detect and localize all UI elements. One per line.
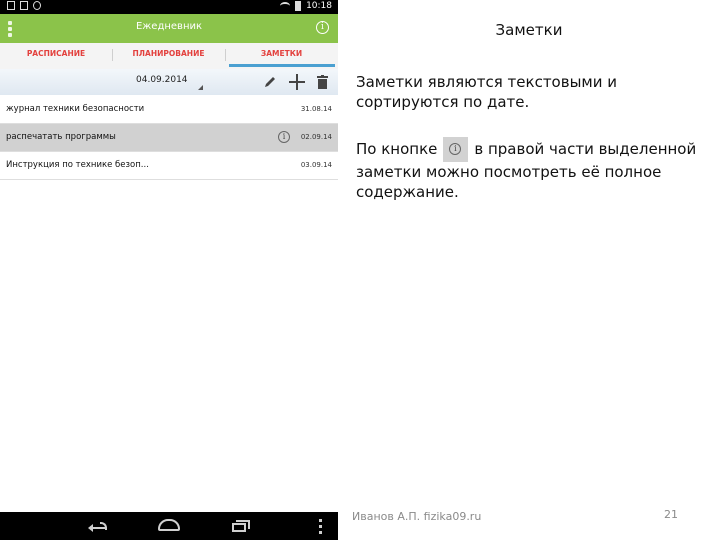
app-title: Ежедневник — [135, 21, 203, 32]
overflow-menu-icon[interactable] — [319, 519, 323, 534]
footer-author: Иванов А.П. fizika09.ru — [352, 510, 482, 523]
wifi-icon — [280, 2, 291, 10]
note-date: 02.09.14 — [300, 133, 332, 141]
tab-bar: РАСПИСАНИЕ ПЛАНИРОВАНИЕ ЗАМЕТКИ — [0, 43, 338, 69]
note-date: 03.09.14 — [300, 161, 332, 169]
status-right: 10:18 — [280, 1, 332, 11]
info-icon: i — [449, 143, 462, 155]
description-info-button: По кнопке i в правой части выделенной заме… — [356, 137, 706, 202]
image-icon — [20, 1, 28, 10]
list-item-selected[interactable]: распечатать программы i 02.09.14 — [0, 124, 338, 152]
list-item[interactable]: журнал техники безопасности 31.08.14 — [0, 96, 338, 124]
navigation-bar — [0, 512, 338, 540]
tab-schedule[interactable]: РАСПИСАНИЕ — [0, 43, 112, 69]
recent-apps-icon[interactable] — [232, 520, 250, 532]
note-info-icon[interactable]: i — [278, 131, 290, 143]
download-icon — [7, 1, 15, 10]
spinner-caret-icon[interactable] — [198, 85, 203, 90]
note-title: распечатать программы — [6, 132, 116, 142]
notes-toolbar: 04.09.2014 — [0, 69, 338, 95]
app-bar: Ежедневник i — [0, 14, 338, 43]
list-item[interactable]: Инструкция по технике безоп... 03.09.14 — [0, 152, 338, 180]
clock: 10:18 — [306, 1, 332, 11]
edit-icon[interactable] — [263, 75, 277, 89]
note-title: Инструкция по технике безоп... — [6, 160, 149, 170]
description-sorting: Заметки являются текстовыми и сортируютс… — [356, 73, 617, 111]
page-number: 21 — [664, 508, 678, 521]
about-info-icon[interactable]: i — [316, 21, 329, 34]
info-button-illustration: i — [443, 137, 469, 162]
add-icon[interactable] — [289, 74, 305, 90]
android-icon — [33, 1, 41, 10]
note-date: 31.08.14 — [300, 105, 332, 113]
phone-screenshot: 10:18 Ежедневник i РАСПИСАНИЕ ПЛАНИРОВАН… — [0, 0, 338, 540]
home-icon[interactable] — [158, 519, 180, 531]
trash-icon[interactable] — [317, 75, 328, 89]
active-tab-indicator — [229, 64, 335, 67]
notification-icons — [7, 1, 41, 10]
slide-title: Заметки — [495, 21, 563, 39]
para-text-before: По кнопке — [356, 140, 438, 158]
status-bar: 10:18 — [0, 0, 338, 14]
note-title: журнал техники безопасности — [6, 104, 145, 114]
tab-planning[interactable]: ПЛАНИРОВАНИЕ — [112, 43, 225, 69]
battery-icon — [295, 1, 302, 11]
back-icon[interactable] — [88, 521, 107, 532]
date-spinner[interactable]: 04.09.2014 — [136, 75, 188, 85]
